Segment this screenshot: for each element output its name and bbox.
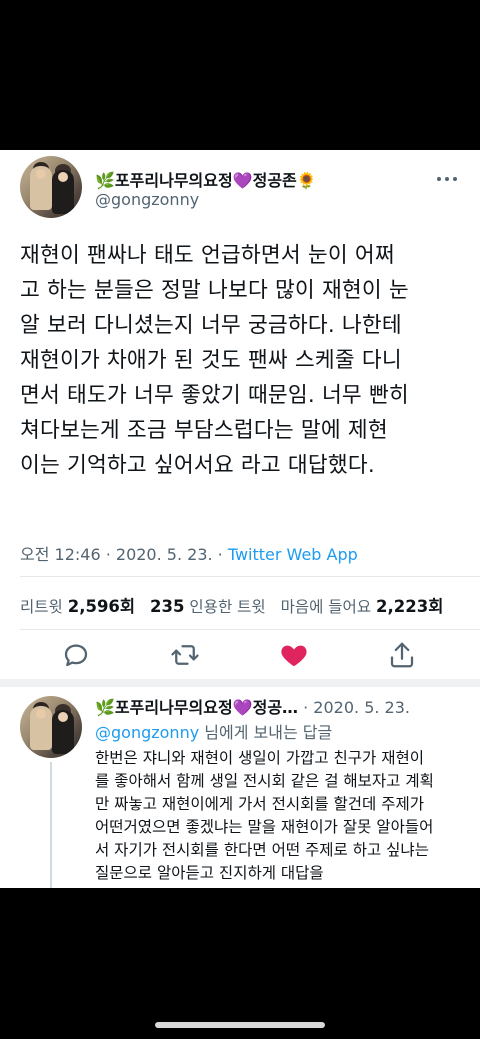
reply-text[interactable]: 한번은 쟈니와 재현이 생일이 가깝고 친구가 재현이 를 좋아해서 함께 생일… — [95, 747, 475, 885]
bottom-black-bar — [0, 888, 480, 1039]
tweet-metadata: 오전 12:46 · 2020. 5. 23. · Twitter Web Ap… — [20, 541, 358, 565]
avatar[interactable] — [20, 156, 82, 218]
reply-line: 만 짜놓고 재현이에게 가서 전시회를 할건데 주제가 — [95, 795, 425, 813]
engagement-stats: 리트윗 2,596회 235 인용한 트윗 마음에 들어요 2,223회 — [20, 593, 443, 617]
likes-stat[interactable]: 마음에 들어요 2,223회 — [281, 597, 444, 616]
reply-icon[interactable] — [61, 640, 91, 670]
tweet-detail-card: 🌿포푸리나무의요정💜정공존🌻 @gongzonny 재현이 팬싸나 태도 언급하… — [0, 150, 480, 888]
retweets-stat[interactable]: 리트윗 2,596회 — [20, 597, 135, 616]
top-black-bar — [0, 0, 480, 150]
reply-line: 질문으로 알아듣고 진지하게 대답을 — [95, 864, 324, 882]
section-separator — [0, 679, 480, 687]
tweet-line: 알 보러 다니셨는지 너무 궁금하다. 나한테 — [20, 313, 402, 338]
divider — [20, 576, 480, 577]
tweet-line: 재현이 팬싸나 태도 언급하면서 눈이 어쩌 — [20, 243, 395, 268]
source-link[interactable]: Twitter Web App — [228, 545, 358, 564]
heart-filled-icon[interactable] — [279, 640, 309, 670]
reply-line: 어떤거였으면 좋겠냐는 말을 재현이가 잘못 알아들어 — [95, 818, 434, 836]
reply-header: 🌿포푸리나무의요정💜정공… · 2020. 5. 23. — [95, 694, 410, 718]
action-bar — [0, 640, 480, 670]
retweet-icon[interactable] — [170, 640, 200, 670]
reply-line: 를 좋아해서 함께 생일 전시회 같은 걸 해보자고 계획 — [95, 772, 434, 790]
share-icon[interactable] — [387, 640, 417, 670]
user-handle[interactable]: @gongzonny — [95, 190, 199, 209]
avatar[interactable] — [20, 696, 82, 758]
tweet-line: 재현이가 차애가 된 것도 팬싸 스케줄 다니 — [20, 348, 402, 373]
more-options-icon[interactable] — [437, 172, 459, 186]
thread-line — [50, 762, 52, 888]
quotes-stat[interactable]: 235 인용한 트윗 — [150, 597, 266, 616]
tweet-line: 고 하는 분들은 정말 나보다 많이 재현이 눈 — [20, 278, 409, 303]
reply-display-name[interactable]: 🌿포푸리나무의요정💜정공… — [95, 698, 298, 717]
tweet-line: 쳐다보는게 조금 부담스럽다는 말에 제현 — [20, 418, 388, 443]
reply-to-suffix: 님에게 보내는 답글 — [199, 723, 333, 742]
home-indicator[interactable] — [155, 1022, 325, 1028]
reply-line: 서 자기가 전시회를 한다면 어떤 주제로 하고 싶냐는 — [95, 841, 429, 859]
tweet-line: 면서 태도가 너무 좋았기 때문임. 너무 빤히 — [20, 383, 409, 408]
reply-line: 한번은 쟈니와 재현이 생일이 가깝고 친구가 재현이 — [95, 749, 425, 767]
reply-to-handle[interactable]: @gongzonny — [95, 723, 199, 742]
tweet-text: 재현이 팬싸나 태도 언급하면서 눈이 어쩌 고 하는 분들은 정말 나보다 많… — [20, 238, 470, 483]
display-name[interactable]: 🌿포푸리나무의요정💜정공존🌻 — [95, 167, 317, 191]
divider — [20, 629, 480, 630]
timestamp[interactable]: 오전 12:46 · 2020. 5. 23. · — [20, 545, 228, 564]
tweet-line: 이는 기억하고 싶어서요 라고 대답했다. — [20, 453, 375, 478]
replying-to: @gongzonny 님에게 보내는 답글 — [95, 719, 332, 743]
reply-date[interactable]: · 2020. 5. 23. — [298, 698, 410, 717]
